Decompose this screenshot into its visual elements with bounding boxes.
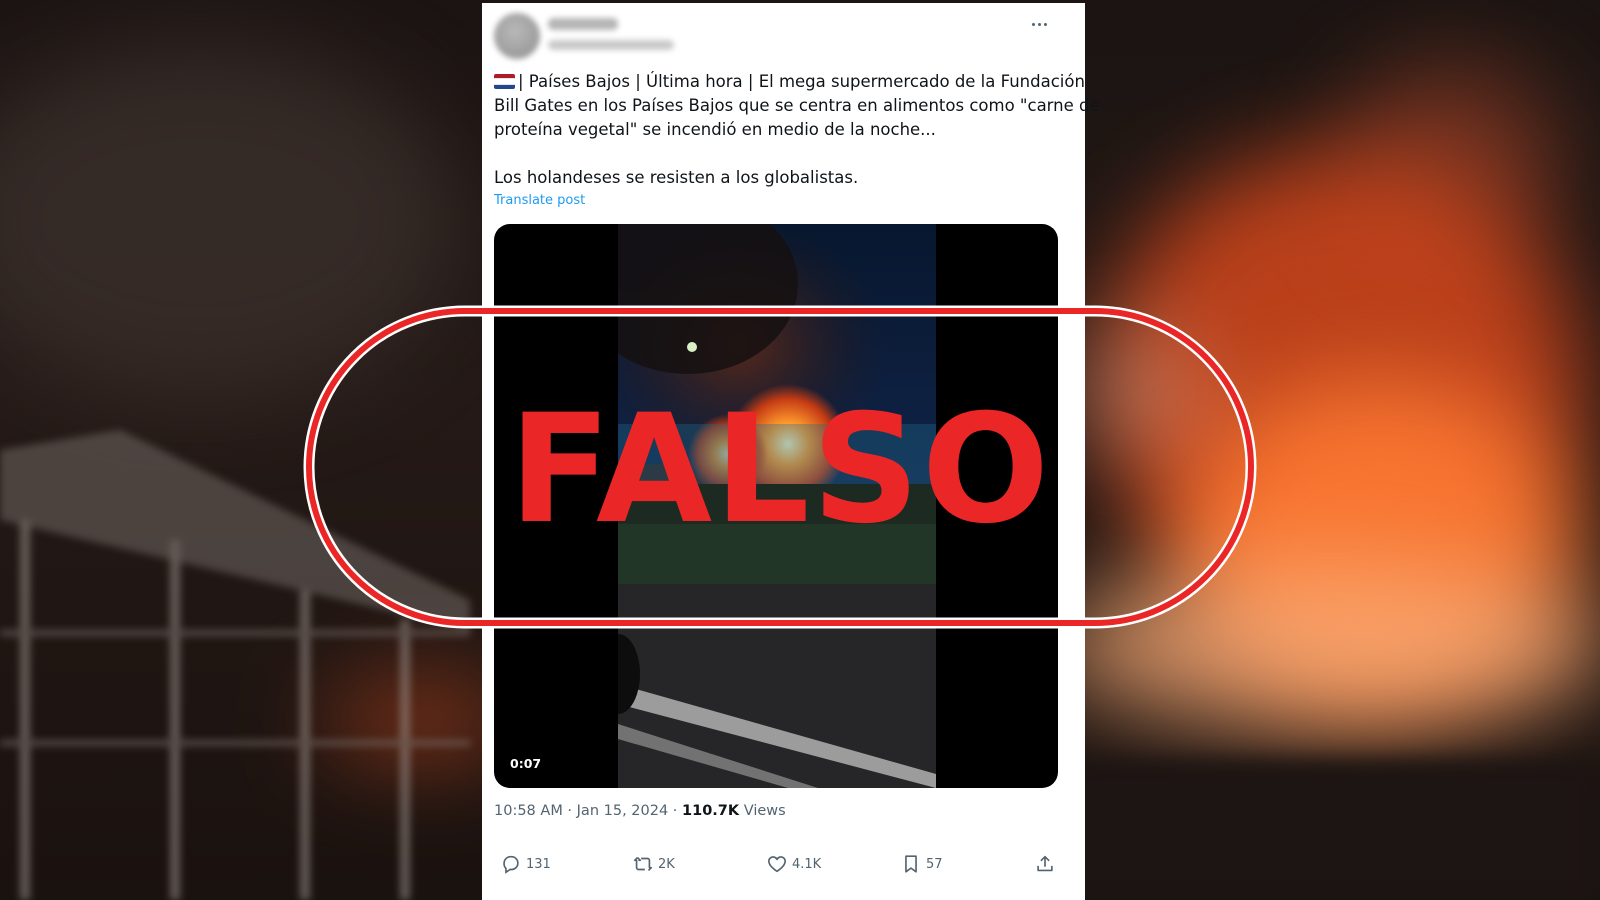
netherlands-flag-icon [494,74,515,89]
repost-button[interactable]: 2K [632,848,675,880]
more-options-icon[interactable] [1024,10,1054,38]
meta-separator: · [668,803,683,819]
reply-icon [503,855,519,874]
views-count: 110.7K [682,803,740,819]
tweet-text-line: | Países Bajos | Última hora | El mega s… [494,70,1085,94]
bookmark-icon [905,855,917,873]
video-duration: 0:07 [510,756,542,771]
share-icon [1037,855,1053,872]
reply-button[interactable]: 131 [500,848,551,880]
stamp-outline [303,305,1257,629]
tweet-text-line-3: proteína vegetal" se incendió en medio d… [494,120,936,139]
tweet-actions-bar: 131 2K 4.1K 57 [494,848,1064,880]
bookmark-count: 57 [926,856,943,872]
views-label: Views [743,803,786,819]
tweet-text-line-4: Los holandeses se resisten a los globali… [494,168,859,187]
like-button[interactable]: 4.1K [766,848,821,880]
avatar[interactable] [494,13,540,59]
share-button[interactable] [1034,848,1056,880]
meta-separator: · [562,803,577,819]
tweet-time[interactable]: 10:58 AM [494,803,563,819]
translate-post-link[interactable]: Translate post [494,193,585,208]
tweet-date[interactable]: Jan 15, 2024 [577,803,669,819]
author-name-blurred[interactable] [548,18,618,30]
tweet-text-line-1: | Países Bajos | Última hora | El mega s… [518,72,1085,91]
tweet-metadata: 10:58 AM · Jan 15, 2024 · 110.7K Views [494,803,786,819]
like-count: 4.1K [792,856,822,872]
author-handle-blurred[interactable] [548,40,674,50]
bookmark-button[interactable]: 57 [900,848,943,880]
tweet-text: | Países Bajos | Última hora | El mega s… [494,70,1100,190]
repost-icon [633,856,653,872]
reply-count: 131 [526,856,551,872]
falso-stamp: FALSO [300,302,1260,632]
tweet-text-line-2: Bill Gates en los Países Bajos que se ce… [494,96,1100,115]
heart-icon [767,856,787,873]
repost-count: 2K [658,856,675,872]
